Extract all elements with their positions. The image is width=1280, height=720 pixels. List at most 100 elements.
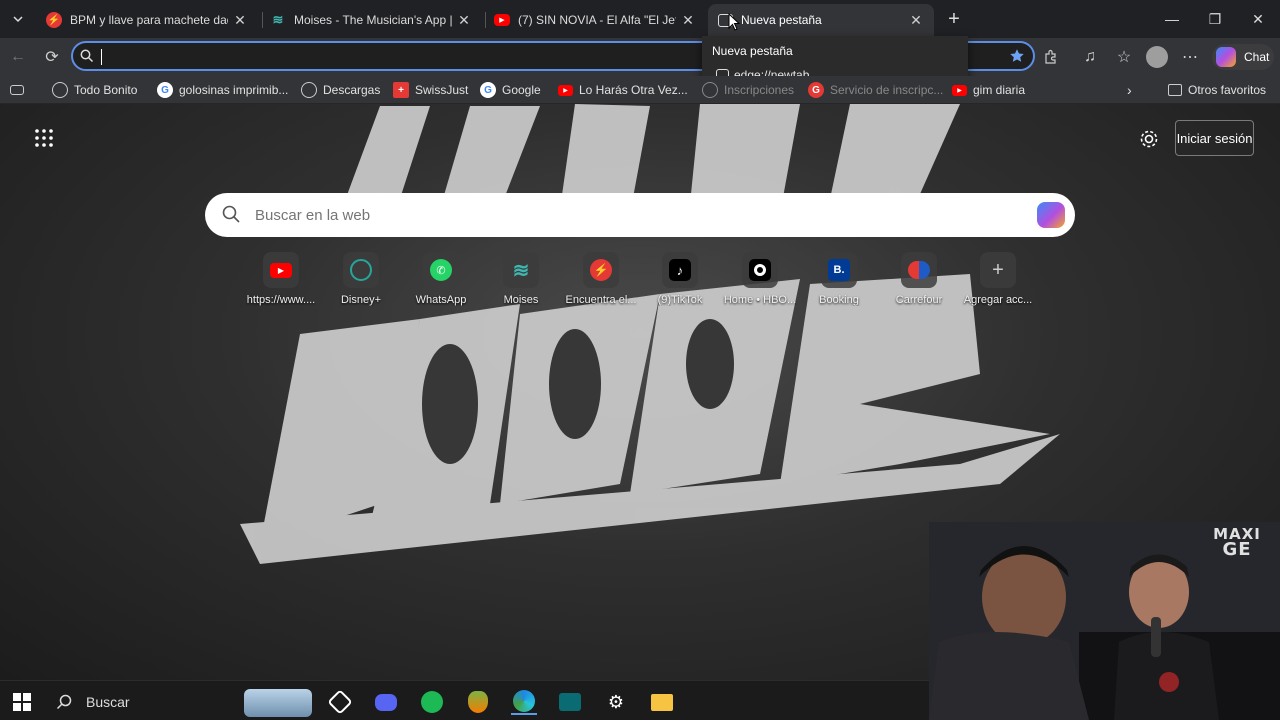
search-icon <box>56 694 72 710</box>
close-icon[interactable]: ✕ <box>680 12 696 29</box>
new-tab-button[interactable]: + <box>942 7 966 31</box>
folder-icon <box>1168 84 1182 96</box>
media-button[interactable]: ♫ <box>1079 46 1101 68</box>
taskbar-app-spotify[interactable] <box>419 689 445 715</box>
quick-link-tiktok[interactable]: ♪ (9)TikTok <box>640 252 720 306</box>
quick-link-whatsapp[interactable]: ✆ WhatsApp <box>401 252 481 306</box>
web-search-box[interactable] <box>205 193 1075 237</box>
taskbar-app-discord[interactable] <box>373 689 399 715</box>
copilot-icon[interactable] <box>1037 202 1065 228</box>
globe-icon <box>702 82 718 98</box>
taskbar-app-network[interactable]: ⚙ <box>603 689 629 715</box>
tab-moises[interactable]: ≋ Moises - The Musician's App | Rem ✕ <box>260 4 482 36</box>
close-window-button[interactable]: ✕ <box>1236 0 1280 38</box>
more-menu-button[interactable]: ⋯ <box>1179 46 1201 68</box>
bookmark-descargas[interactable]: Descargas <box>301 80 380 100</box>
taskbar-app-fl-studio[interactable] <box>465 689 491 715</box>
maxige-logo: MAXI GE <box>1197 526 1277 560</box>
bolt-icon: ⚡ <box>46 12 62 28</box>
discord-icon <box>375 693 397 711</box>
hexagon-icon <box>327 689 353 715</box>
quick-link-moises[interactable]: ≋ Moises <box>481 252 561 306</box>
tab-title: (7) SIN NOVIA - El Alfa "El Jefe" x F <box>518 13 676 27</box>
signin-button[interactable]: Iniciar sesión <box>1175 120 1254 156</box>
bookmark-label: golosinas imprimib... <box>179 83 289 97</box>
minimize-button[interactable]: — <box>1150 0 1194 38</box>
quick-link-booking[interactable]: B. Booking <box>799 252 879 306</box>
quick-link-label: Home • HBO... <box>723 294 797 306</box>
logo-line-2: GE <box>1222 539 1252 560</box>
apps-launcher-button[interactable] <box>34 128 54 148</box>
refresh-button[interactable]: ⟳ <box>41 46 63 68</box>
taskbar-search[interactable]: Buscar <box>44 687 314 717</box>
taskbar-search-label: Buscar <box>86 694 130 710</box>
tab-bpm[interactable]: ⚡ BPM y llave para machete dadd | S ✕ <box>36 4 258 36</box>
gear-icon <box>1140 130 1158 148</box>
collections-icon <box>10 85 24 95</box>
taskbar-app-binance[interactable] <box>327 689 353 715</box>
collections-button[interactable] <box>10 80 24 100</box>
tab-title: Moises - The Musician's App | Rem <box>294 13 452 27</box>
start-button[interactable] <box>9 689 35 715</box>
quick-link-disney[interactable]: Disney+ <box>321 252 401 306</box>
moises-icon: ≋ <box>503 252 539 288</box>
fruit-icon <box>468 691 488 713</box>
quick-link-youtube[interactable]: ▶ https://www.... <box>241 252 321 306</box>
grid-icon <box>35 129 53 147</box>
other-favorites[interactable]: Otros favoritos <box>1168 80 1266 100</box>
taskbar-app-edge[interactable] <box>511 689 537 715</box>
disney-icon <box>559 693 581 711</box>
quick-link-add[interactable]: + Agregar acc... <box>958 252 1038 306</box>
moises-icon: ≋ <box>272 12 284 27</box>
bookmark-swissjust[interactable]: + SwissJust <box>393 80 468 100</box>
bookmark-golosinas[interactable]: G golosinas imprimib... <box>157 80 288 100</box>
bookmark-lo-haras[interactable]: ▶ Lo Harás Otra Vez... <box>558 80 688 100</box>
edge-icon <box>513 690 535 712</box>
close-icon[interactable]: ✕ <box>232 12 248 29</box>
avatar <box>1146 46 1168 68</box>
webcam-overlay: MAXI GE <box>929 522 1280 720</box>
quick-link-encuentra[interactable]: ⚡ Encuentra el... <box>561 252 641 306</box>
bookmark-label: Inscripciones <box>724 83 795 97</box>
bookmarks-overflow-button[interactable]: › <box>1127 80 1132 100</box>
quick-link-label: Carrefour <box>895 294 943 306</box>
settings-button[interactable] <box>1138 128 1160 150</box>
quick-link-label: Agregar acc... <box>963 294 1033 306</box>
bolt-icon: ⚡ <box>583 252 619 288</box>
back-button[interactable]: ← <box>7 46 29 68</box>
close-icon[interactable]: ✕ <box>908 12 924 29</box>
globe-icon <box>52 82 68 98</box>
search-input[interactable] <box>255 203 1015 227</box>
tab-new-tab[interactable]: Nueva pestaña ✕ <box>708 4 934 36</box>
mouse-cursor <box>728 13 740 31</box>
google-icon: G <box>157 82 173 98</box>
taskbar-app-explorer[interactable] <box>649 689 675 715</box>
bookmark-label: Descargas <box>323 83 381 97</box>
bookmark-inscripciones[interactable]: Inscripciones <box>702 80 794 100</box>
google-icon: G <box>480 82 496 98</box>
whatsapp-icon: ✆ <box>423 252 459 288</box>
close-icon[interactable]: ✕ <box>456 12 472 29</box>
star-icon[interactable] <box>1009 48 1025 64</box>
bookmark-todo-bonito[interactable]: Todo Bonito <box>52 80 137 100</box>
restore-button[interactable]: ❐ <box>1193 0 1237 38</box>
bookmark-google[interactable]: G Google <box>480 80 541 100</box>
bookmark-servicio[interactable]: G Servicio de inscripc... <box>808 80 943 100</box>
chat-button[interactable]: Chat <box>1212 44 1274 70</box>
profile-avatar[interactable] <box>1146 46 1168 68</box>
tab-actions-button[interactable] <box>6 7 30 31</box>
tab-youtube[interactable]: ▶ (7) SIN NOVIA - El Alfa "El Jefe" x F … <box>484 4 706 36</box>
quick-link-carrefour[interactable]: Carrefour <box>879 252 959 306</box>
bookmark-gim-diaria[interactable]: ▶ gim diaria <box>952 80 1025 100</box>
favorites-button[interactable]: ☆ <box>1113 46 1135 68</box>
folder-icon <box>651 693 673 711</box>
other-favorites-label: Otros favoritos <box>1188 83 1267 97</box>
google-icon: G <box>808 82 824 98</box>
quick-link-hbo[interactable]: Home • HBO... <box>720 252 800 306</box>
network-icon: ⚙ <box>607 691 625 712</box>
signin-label: Iniciar sesión <box>1176 130 1253 146</box>
taskbar-app-disney[interactable] <box>557 689 583 715</box>
copilot-sidebar-button[interactable] <box>1040 46 1062 68</box>
bookmark-label: gim diaria <box>973 83 1026 97</box>
quick-link-label: Booking <box>819 294 859 306</box>
